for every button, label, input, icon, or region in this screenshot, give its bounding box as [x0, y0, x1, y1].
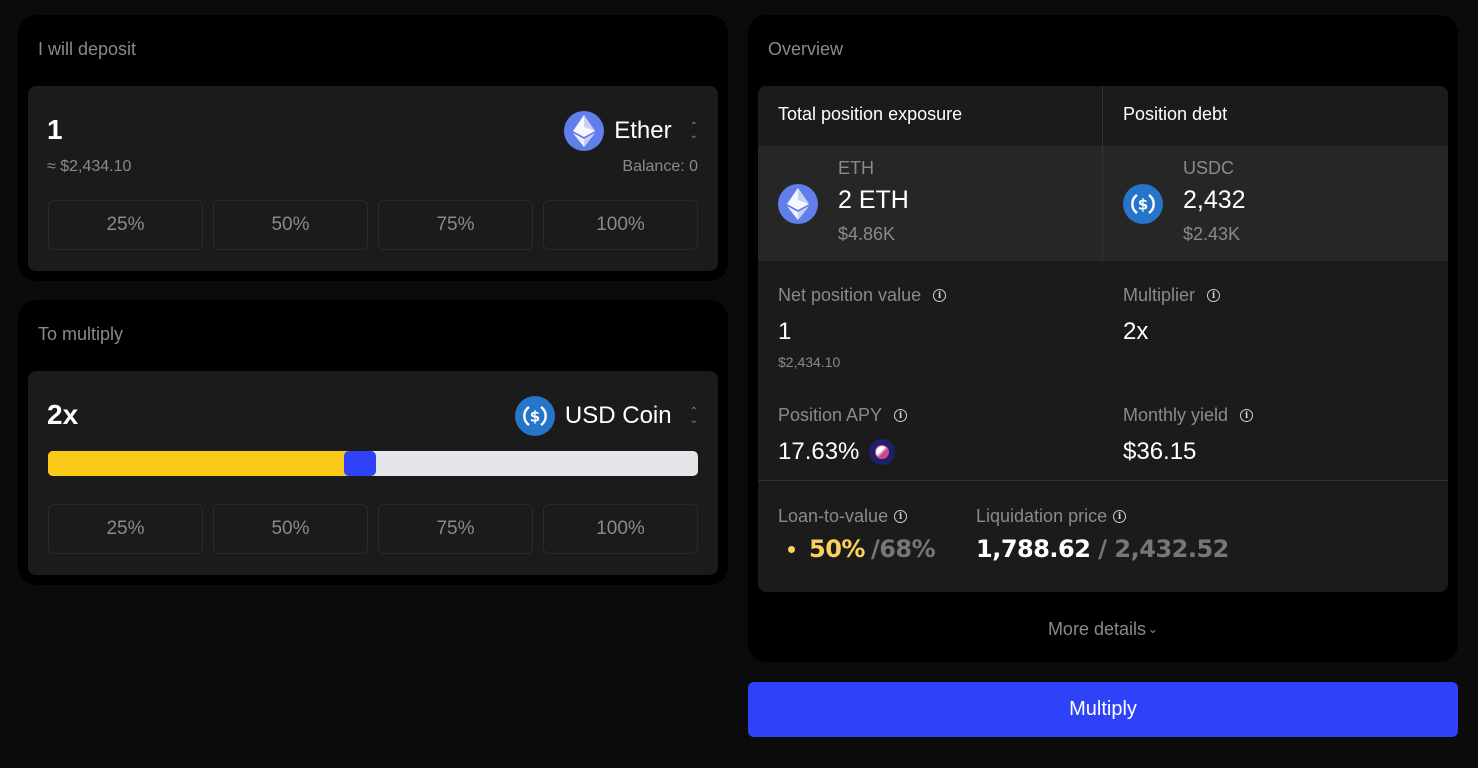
- ltv-max: /68%: [870, 535, 936, 563]
- liquidation-label: Liquidation price: [976, 506, 1108, 526]
- net-position-value: 1: [778, 318, 792, 345]
- multiplier-label: Multiplier: [1123, 285, 1196, 305]
- apy-label: Position APY: [778, 405, 883, 425]
- ether-icon: [778, 184, 818, 224]
- monthly-yield-value: $36.15: [1123, 438, 1197, 465]
- ltv-stat: Loan-to-value i 50% /68%: [778, 506, 936, 563]
- info-icon[interactable]: i: [894, 510, 908, 523]
- ltv-status-dot: [788, 545, 795, 553]
- liquidation-price: 1,788.62: [976, 535, 1091, 563]
- multiply-percent-buttons: 25% 50% 75% 100%: [48, 504, 698, 554]
- multiplier-value: 2x: [47, 399, 79, 430]
- deposit-balance: Balance: 0: [622, 158, 698, 175]
- current-price: 2,432.52: [1114, 535, 1229, 563]
- multiply-button[interactable]: Multiply: [748, 682, 1458, 737]
- info-icon[interactable]: i: [1113, 510, 1127, 523]
- deposit-25-percent-button[interactable]: 25%: [48, 200, 203, 250]
- multiply-title: To multiply: [38, 324, 124, 344]
- debt-symbol: USDC: [1183, 158, 1235, 178]
- exposure-usd: $4.86K: [838, 224, 896, 244]
- multiplier-stat: Multiplier i 2x: [1123, 285, 1221, 346]
- deposit-amount-input[interactable]: 1: [47, 114, 63, 146]
- exposure-asset: ETH 2 ETH $4.86K: [758, 146, 1102, 261]
- exposure-amount: 2 ETH: [838, 186, 909, 214]
- deposit-token-name: Ether: [614, 117, 672, 144]
- multiplier-slider-thumb[interactable]: [344, 451, 376, 476]
- deposit-title: I will deposit: [38, 39, 137, 59]
- deposit-75-percent-button[interactable]: 75%: [378, 200, 533, 250]
- ltv-label: Loan-to-value: [778, 506, 889, 526]
- deposit-usd-value: ≈ $2,434.10: [47, 158, 132, 175]
- net-position-label: Net position value: [778, 285, 922, 305]
- info-icon[interactable]: i: [1240, 409, 1254, 422]
- info-icon[interactable]: i: [933, 289, 947, 302]
- chevron-up-down-icon: ⌃ ⌄: [689, 121, 698, 141]
- multiply-50-percent-button[interactable]: 50%: [213, 504, 368, 554]
- usdc-icon: $: [514, 396, 555, 436]
- net-position-stat: Net position value i 1 $2,434.10: [778, 285, 947, 370]
- multiply-25-percent-button[interactable]: 25%: [48, 504, 203, 554]
- multiply-input-card: 2x $ USD Coin ⌃ ⌄ 25% 50% 75% 100%: [28, 371, 718, 575]
- apy-stat: Position APY i 17.63%: [778, 405, 908, 466]
- overview-card: Total position exposure Position debt ET…: [758, 86, 1448, 592]
- exposure-header: Total position exposure: [778, 104, 963, 124]
- net-position-usd: $2,434.10: [778, 354, 841, 370]
- svg-text:$: $: [530, 408, 540, 426]
- ether-icon: [564, 111, 605, 151]
- multiply-75-percent-button[interactable]: 75%: [378, 504, 533, 554]
- overview-header-row: Total position exposure Position debt: [758, 86, 1448, 146]
- info-icon[interactable]: i: [1207, 289, 1221, 302]
- deposit-50-percent-button[interactable]: 50%: [213, 200, 368, 250]
- overview-title: Overview: [768, 39, 844, 59]
- usdc-icon: $: [1123, 184, 1163, 224]
- multiply-panel: To multiply 2x $ USD Coin ⌃ ⌄ 25% 50% 75%…: [18, 300, 728, 585]
- debt-asset: $ USDC 2,432 $2.43K: [1103, 146, 1448, 261]
- more-details-toggle[interactable]: More details ⌄: [748, 619, 1458, 640]
- section-divider: [758, 480, 1448, 481]
- deposit-input-card: 1 Ether ⌃ ⌄ ≈ $2,434.10 Balance: 0 25% 50…: [28, 86, 718, 271]
- rewards-badge-icon[interactable]: [869, 439, 896, 465]
- apy-value: 17.63%: [778, 438, 860, 465]
- deposit-token-selector[interactable]: Ether ⌃ ⌄: [564, 110, 698, 152]
- borrow-token-selector[interactable]: $ USD Coin ⌃ ⌄: [514, 395, 698, 437]
- chevron-down-icon: ⌄: [1147, 622, 1159, 636]
- deposit-panel: I will deposit 1 Ether ⌃ ⌄ ≈ $2,434.10 Ba…: [18, 15, 728, 281]
- column-divider: [1102, 86, 1103, 261]
- exposure-symbol: ETH: [838, 158, 874, 178]
- multiply-100-percent-button[interactable]: 100%: [543, 504, 698, 554]
- liquidation-stat: Liquidation price i 1,788.62 / 2,432.52: [976, 506, 1229, 563]
- overview-assets-row: ETH 2 ETH $4.86K $ USDC 2,432 $2.43K: [758, 146, 1448, 261]
- ltv-current: 50%: [809, 535, 865, 563]
- more-details-label: More details: [1047, 619, 1146, 639]
- info-icon[interactable]: i: [894, 409, 908, 422]
- monthly-yield-stat: Monthly yield i $36.15: [1123, 405, 1254, 466]
- deposit-percent-buttons: 25% 50% 75% 100%: [48, 200, 698, 250]
- overview-panel: Overview Total position exposure Positio…: [748, 15, 1458, 662]
- deposit-100-percent-button[interactable]: 100%: [543, 200, 698, 250]
- debt-amount: 2,432: [1183, 186, 1246, 214]
- multiplier-slider[interactable]: [48, 451, 698, 476]
- debt-usd: $2.43K: [1183, 224, 1241, 244]
- liquidation-separator: /: [1090, 535, 1115, 563]
- chevron-up-down-icon: ⌃ ⌄: [689, 406, 698, 426]
- debt-header: Position debt: [1123, 104, 1228, 124]
- multiplier-stat-value: 2x: [1123, 318, 1149, 345]
- monthly-yield-label: Monthly yield: [1123, 405, 1229, 425]
- multiplier-slider-fill: [48, 451, 360, 476]
- svg-text:$: $: [1138, 196, 1148, 214]
- borrow-token-name: USD Coin: [564, 402, 672, 429]
